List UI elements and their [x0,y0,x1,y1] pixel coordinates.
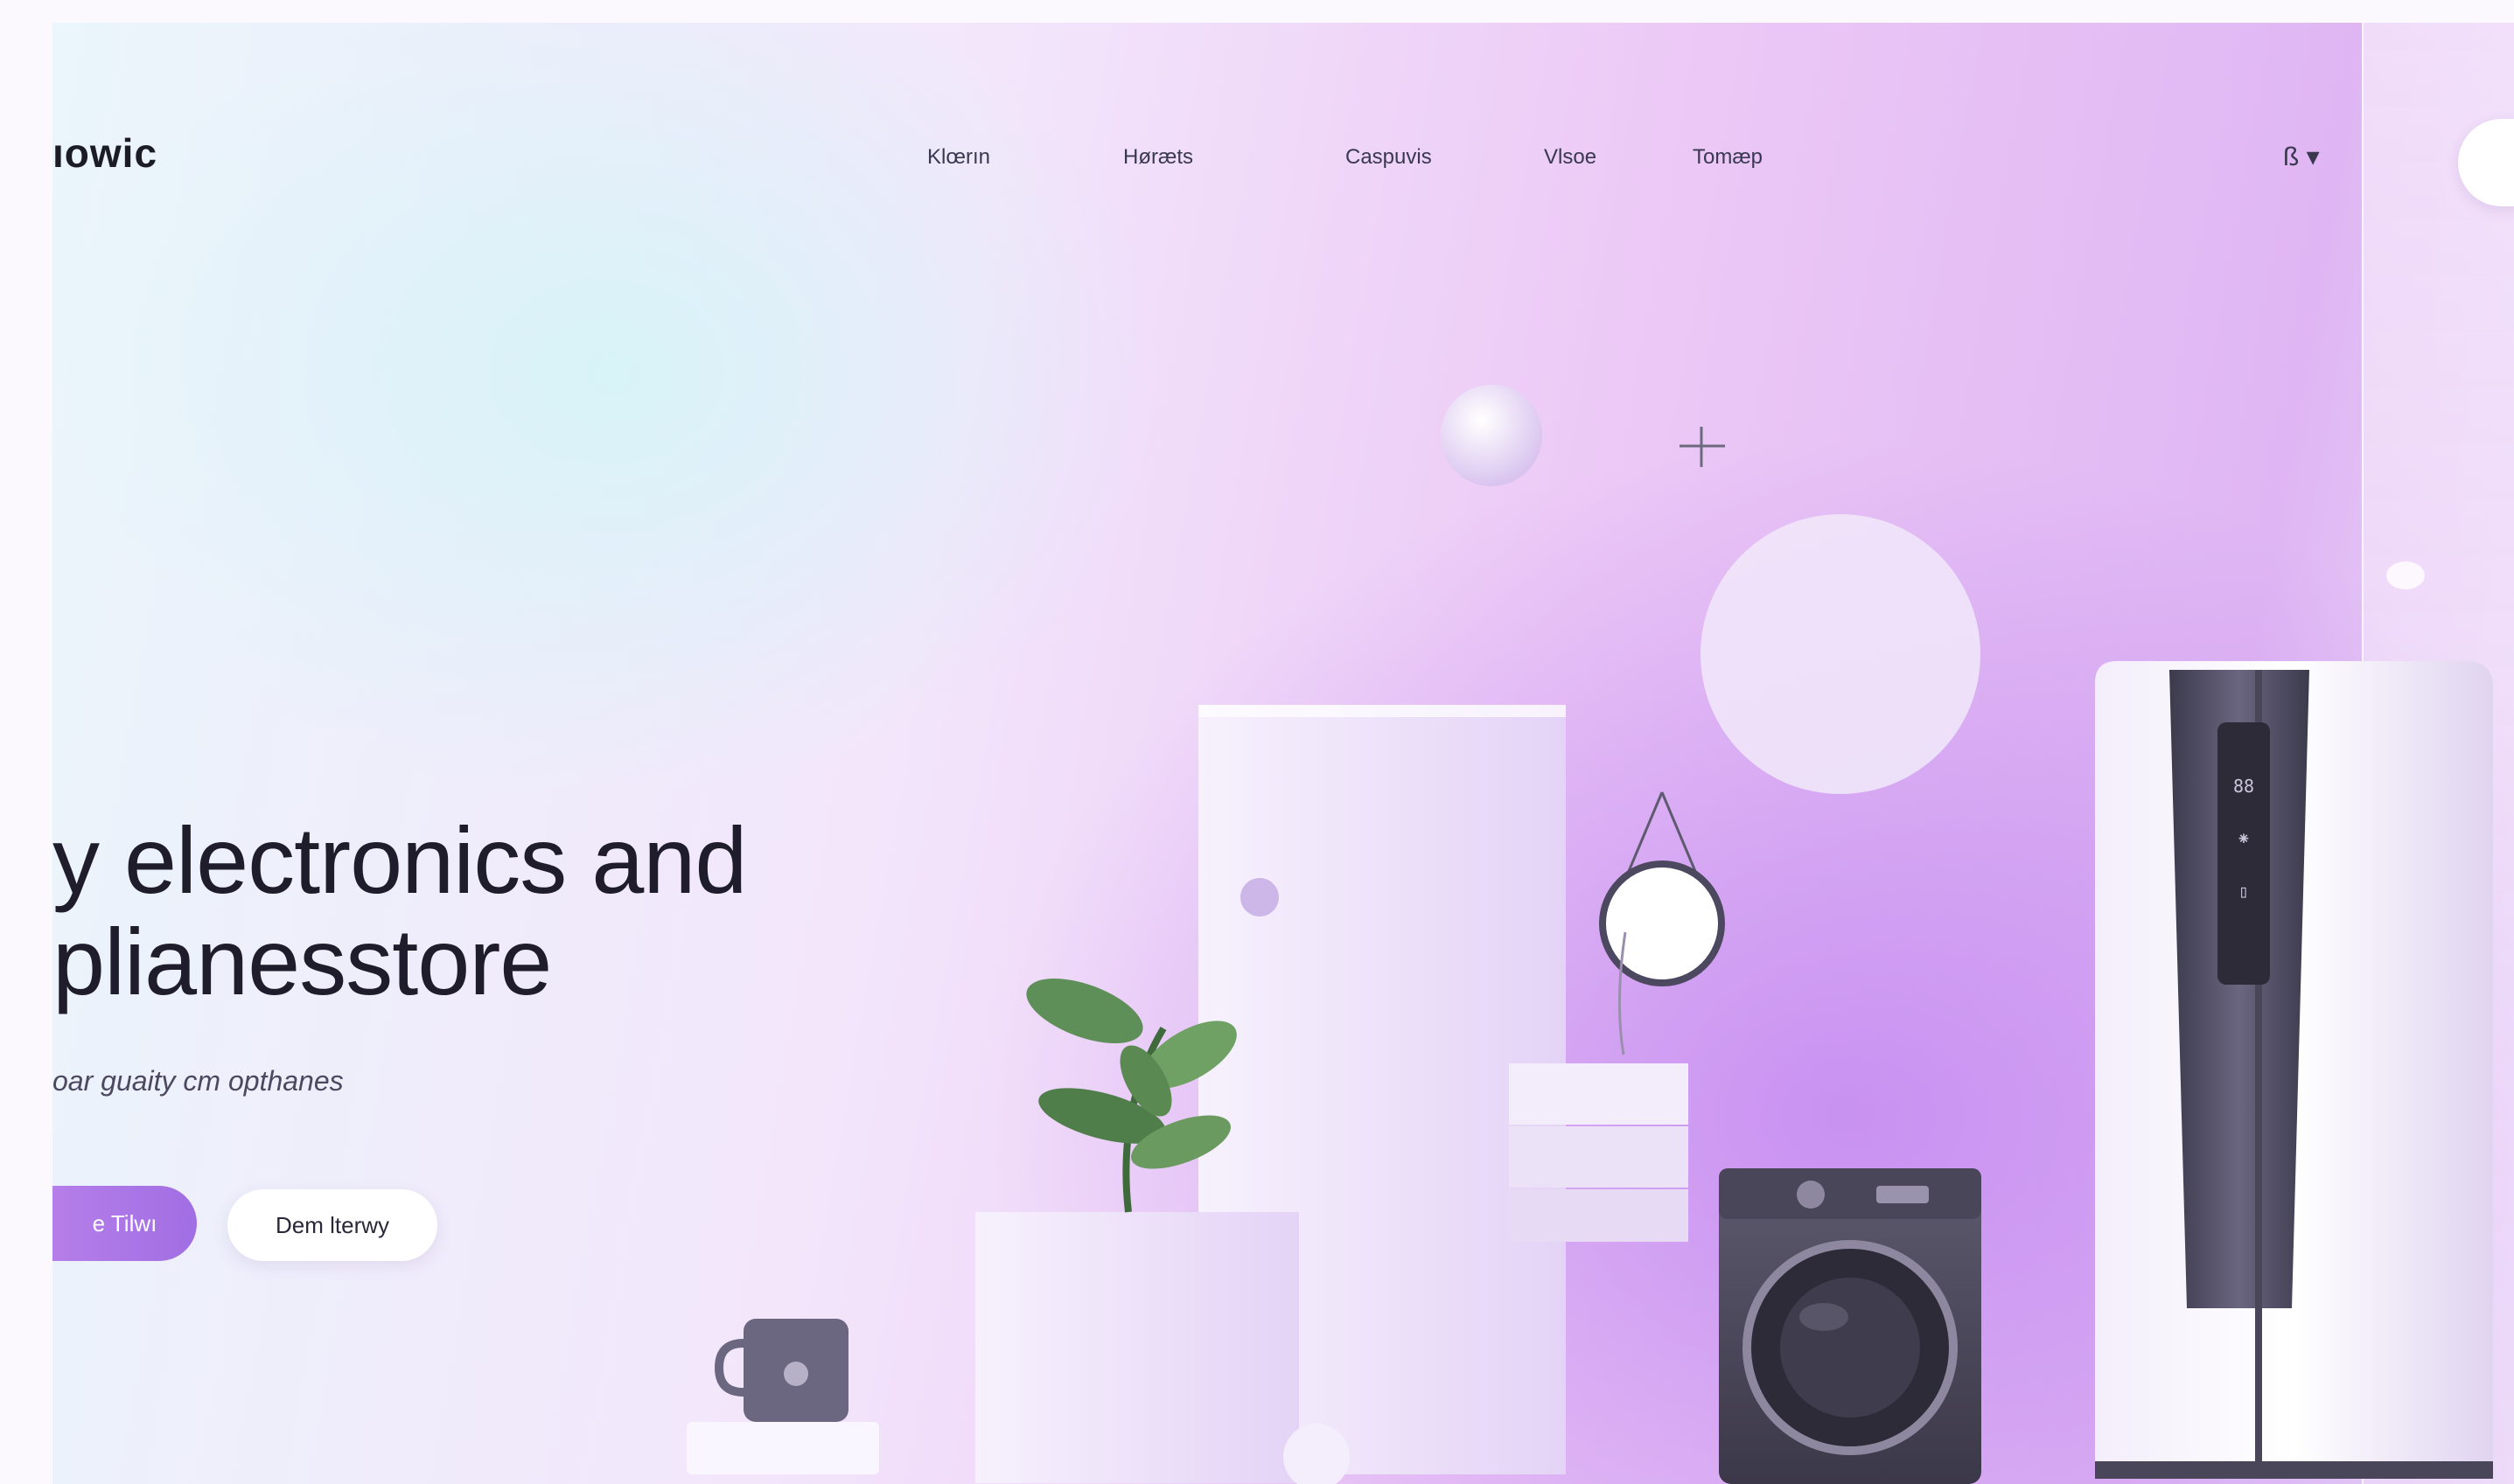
svg-text:88: 88 [2233,776,2254,797]
decor-crosshair [1679,427,1725,467]
low-pedestal [975,1212,1299,1483]
washing-machine [1719,1168,1981,1484]
mug-decor [687,1319,879,1474]
decor-disc [1700,514,1980,794]
stacked-boxes [1509,1063,1688,1242]
refrigerator: 88 ⁕ ▯ [2095,661,2493,1479]
hero-section: ıowic Klœrın Høræts Caspuvis Vlsoe Tomæp… [52,23,2514,1484]
hanging-mirror [1599,791,1725,1056]
svg-text:⁕: ⁕ [2237,828,2252,849]
svg-text:▯: ▯ [2238,881,2249,902]
product-scene-illustration: 88 ⁕ ▯ [687,385,2493,1484]
decor-sphere-small [1441,385,1542,486]
decor-cloud-icon [2386,561,2425,589]
